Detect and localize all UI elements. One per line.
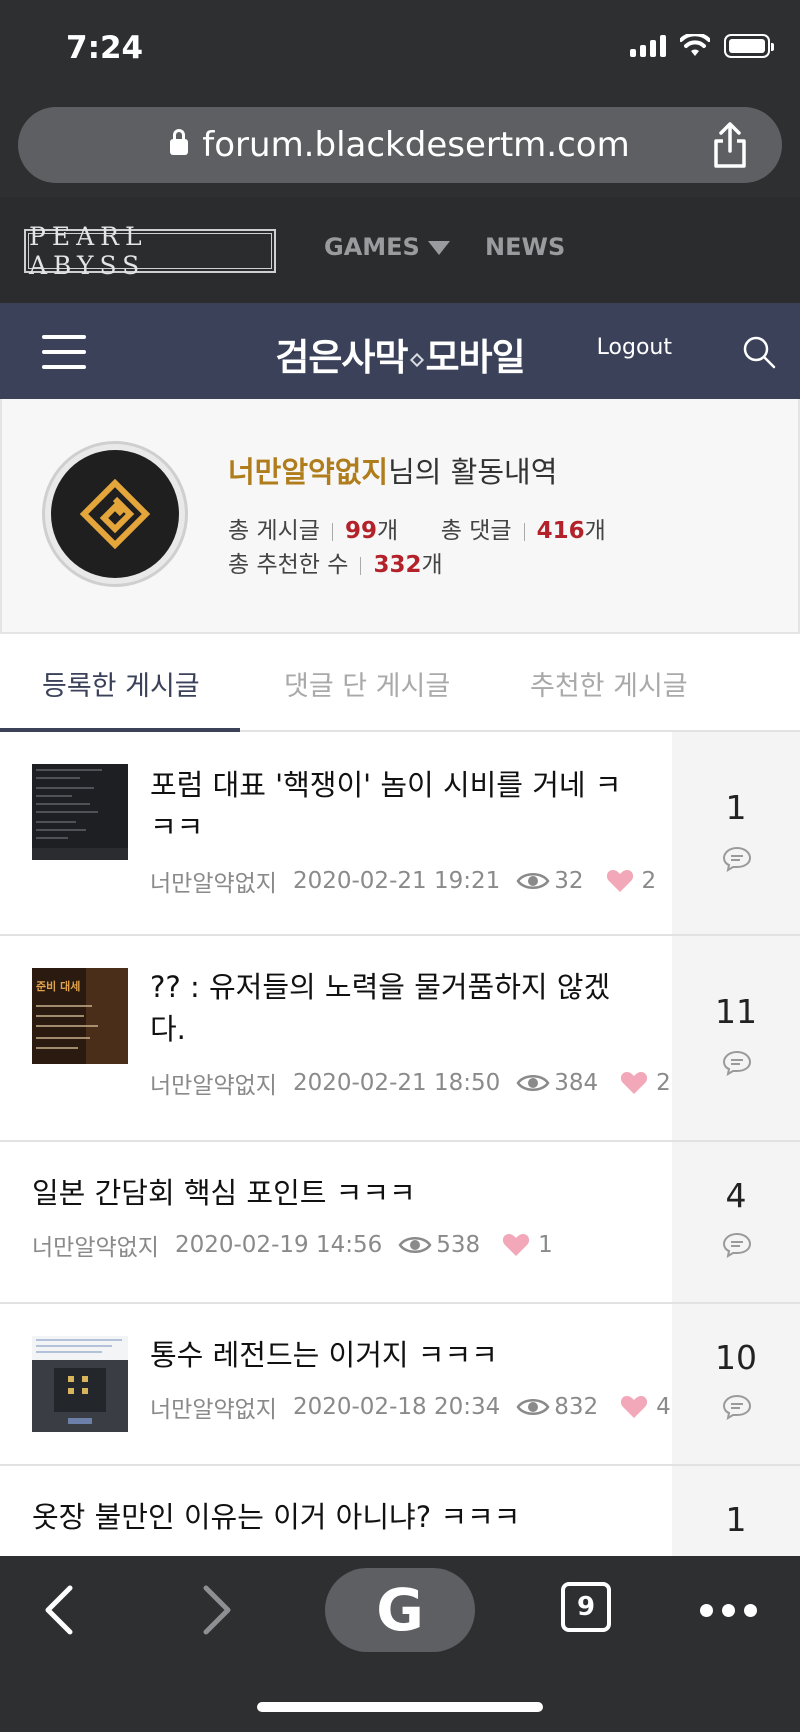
comment-count-column: 4 [672, 1142, 800, 1302]
posts-count: 99 [344, 518, 377, 544]
status-icons [630, 34, 774, 58]
post-date: 2020-02-18 20:34 [292, 1394, 501, 1420]
post-author: 너만알약없지 [32, 1235, 159, 1261]
profile-stats-row1: 총 게시글 99개 총 댓글 416개 [228, 518, 606, 544]
games-menu[interactable]: GAMES [324, 233, 450, 261]
post-meta: 너만알약없지 2020-02-18 20:34 832 4 [150, 1390, 671, 1424]
profile-title: 너만알약없지님의 활동내역 [228, 455, 558, 489]
list-item[interactable]: 1 포럼 대표 '핵쟁이' 놈이 시비를 거네 ㅋㅋㅋ 너만알약없지 2020-… [0, 732, 800, 936]
list-item[interactable]: 10 통수 레전드는 이거지 ㅋㅋㅋ 너만알약없지 2020-02-18 20:… [0, 1304, 800, 1466]
comment-count: 10 [715, 1338, 757, 1377]
browser-chrome-top: 7:24 forum.blackdesertm.com [0, 0, 800, 197]
post-title: 통수 레전드는 이거지 ㅋㅋㅋ [150, 1338, 498, 1372]
views-eye-icon [516, 873, 550, 889]
like-count: 2 [656, 1070, 671, 1096]
profile-panel: 너만알약없지님의 활동내역 총 게시글 99개 총 댓글 416개 총 추천한 수3… [0, 399, 800, 634]
list-item[interactable]: 1 옷장 불만인 이유는 이거 아니냐? ㅋㅋㅋ [0, 1466, 800, 1556]
tab-commented-posts[interactable]: 댓글 단 게시글 [284, 664, 450, 703]
comment-count: 4 [725, 1176, 747, 1215]
post-meta: 너만알약없지 2020-02-21 18:50 384 2 [150, 1066, 671, 1100]
diamond-icon [409, 352, 424, 367]
browser-toolbar: G 9 [0, 1556, 800, 1732]
views-eye-icon [516, 1075, 550, 1091]
post-author: 너만알약없지 [150, 1073, 277, 1099]
comment-count: 1 [725, 788, 747, 827]
heart-icon [621, 1072, 648, 1094]
comment-bubble-icon [722, 846, 752, 872]
more-options-icon[interactable] [700, 1604, 757, 1617]
logout-link[interactable]: Logout [597, 335, 672, 360]
url-text: forum.blackdesertm.com [202, 125, 630, 165]
comment-count-column: 10 [672, 1304, 800, 1464]
list-item[interactable]: 11 준비 대세 ?? : 유저들의 노력을 물거품하지 않겠 다. 너만알약없지… [0, 936, 800, 1142]
search-icon[interactable] [742, 335, 776, 369]
guild-emblem-icon [80, 479, 150, 549]
post-author: 너만알약없지 [150, 1397, 277, 1423]
comment-bubble-icon [722, 1394, 752, 1420]
post-title: 옷장 불만인 이유는 이거 아니냐? ㅋㅋㅋ [32, 1500, 521, 1534]
home-indicator [257, 1702, 543, 1712]
post-date: 2020-02-21 18:50 [292, 1070, 501, 1096]
view-count: 832 [554, 1394, 599, 1420]
post-thumbnail [32, 764, 128, 860]
comment-bubble-icon [722, 1232, 752, 1258]
heart-icon [503, 1234, 530, 1256]
post-author: 너만알약없지 [150, 871, 277, 897]
view-count: 538 [436, 1232, 481, 1258]
post-meta: 너만알약없지 2020-02-21 19:21 32 2 [150, 864, 656, 898]
share-icon[interactable] [708, 121, 752, 169]
views-eye-icon [398, 1237, 432, 1253]
post-title: 포럼 대표 '핵쟁이' 놈이 시비를 거네 ㅋㅋㅋ [150, 768, 622, 844]
tab-liked-posts[interactable]: 추천한 게시글 [530, 664, 688, 703]
like-count: 1 [538, 1232, 553, 1258]
comment-count-column: 1 [672, 1466, 800, 1556]
likes-count: 332 [373, 552, 422, 578]
lock-icon [170, 129, 189, 159]
view-count: 32 [554, 868, 584, 894]
profile-nickname: 너만알약없지 [228, 455, 389, 489]
tab-switcher-button[interactable]: 9 [561, 1582, 611, 1632]
heart-icon [606, 870, 633, 892]
view-count: 384 [554, 1070, 599, 1096]
post-title: 일본 간담회 핵심 포인트 ㅋㅋㅋ [32, 1176, 416, 1210]
comment-count-column: 1 [672, 732, 800, 934]
forum-logo[interactable]: 검은사막 모바일 [0, 327, 800, 381]
site-nav-bar: PEARL ABYSS GAMES NEWS [0, 197, 800, 303]
comment-bubble-icon [722, 1050, 752, 1076]
views-eye-icon [516, 1399, 550, 1415]
activity-tabs: 등록한 게시글 댓글 단 게시글 추천한 게시글 [0, 634, 800, 732]
post-thumbnail [32, 1336, 128, 1432]
heart-icon [621, 1396, 648, 1418]
status-time: 7:24 [66, 30, 144, 66]
news-link[interactable]: NEWS [485, 233, 565, 261]
tab-my-posts[interactable]: 등록한 게시글 [42, 664, 200, 703]
post-date: 2020-02-21 19:21 [292, 868, 501, 894]
comment-count-column: 11 [672, 936, 800, 1140]
pearl-abyss-logo[interactable]: PEARL ABYSS [24, 222, 276, 280]
post-thumbnail: 준비 대세 [32, 968, 128, 1064]
post-title: ?? : 유저들의 노력을 물거품하지 않겠 다. [150, 970, 611, 1046]
comments-count: 416 [536, 518, 585, 544]
like-count: 4 [656, 1394, 671, 1420]
caret-down-icon [427, 241, 450, 255]
avatar [42, 441, 188, 587]
post-meta: 너만알약없지 2020-02-19 14:56 538 1 [32, 1228, 553, 1262]
like-count: 2 [641, 868, 657, 894]
forward-icon[interactable] [196, 1584, 236, 1636]
back-icon[interactable] [40, 1584, 80, 1636]
google-search-button[interactable]: G [325, 1568, 475, 1652]
list-item[interactable]: 4 일본 간담회 핵심 포인트 ㅋㅋㅋ 너만알약없지 2020-02-19 14… [0, 1142, 800, 1304]
battery-icon [724, 34, 774, 58]
forum-header: 검은사막 모바일 Logout [0, 303, 800, 399]
games-label: GAMES [324, 233, 420, 261]
address-bar[interactable]: forum.blackdesertm.com [18, 107, 782, 183]
wifi-icon [680, 34, 710, 56]
svg-text:준비 대세: 준비 대세 [36, 979, 80, 993]
comment-count: 1 [725, 1500, 747, 1539]
comment-count: 11 [715, 992, 757, 1031]
profile-stats-row2: 총 추천한 수 332개 [228, 552, 443, 578]
post-date: 2020-02-19 14:56 [174, 1232, 383, 1258]
cellular-signal-icon [630, 35, 666, 57]
